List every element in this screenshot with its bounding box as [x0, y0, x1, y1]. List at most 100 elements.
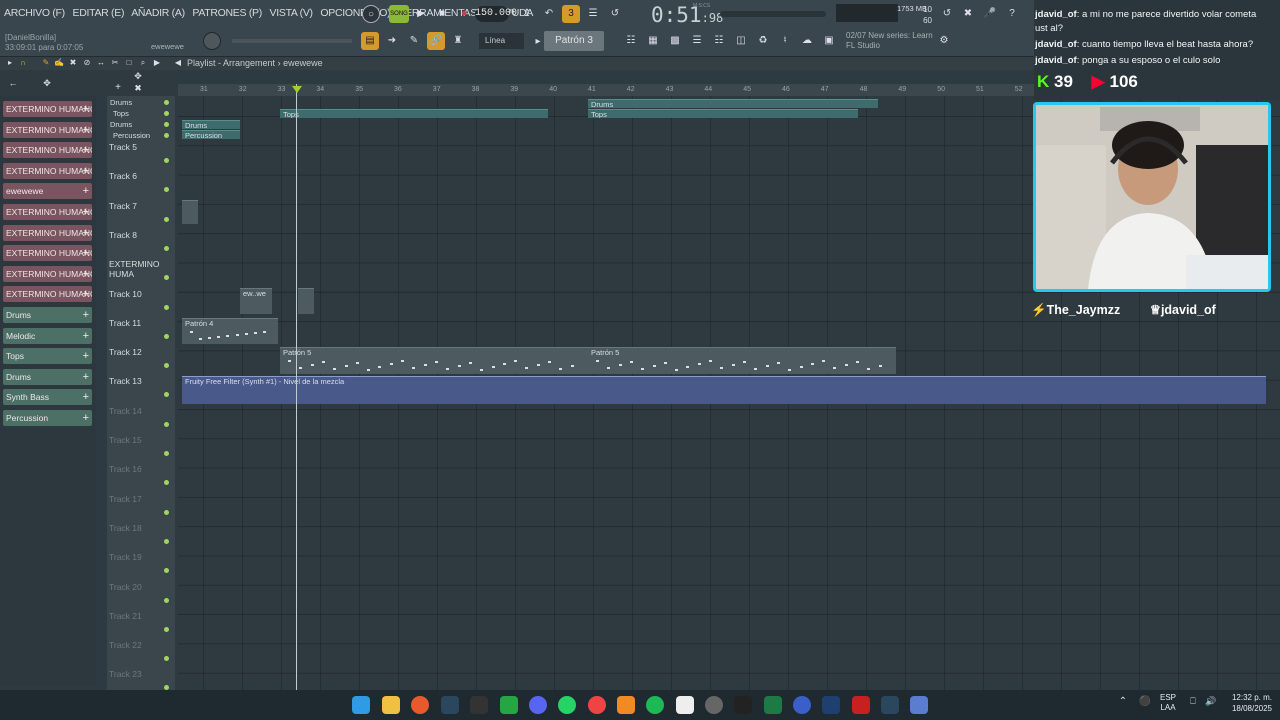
- track-label[interactable]: Track 7: [109, 201, 137, 211]
- browser-item[interactable]: EXTERMINO HUMANO...+: [3, 245, 92, 262]
- zoom-icon[interactable]: ⌕: [137, 57, 149, 69]
- playhead[interactable]: [296, 84, 297, 690]
- track-label[interactable]: Track 23: [109, 669, 142, 679]
- playlist-menu-icon[interactable]: ▸: [4, 57, 16, 69]
- plus-icon[interactable]: +: [83, 142, 89, 158]
- metronome-icon[interactable]: ↥: [518, 5, 536, 23]
- browser-item[interactable]: Synth Bass +: [3, 389, 92, 406]
- plus-icon[interactable]: +: [83, 245, 89, 261]
- steam-icon-2[interactable]: [881, 696, 899, 714]
- github-icon[interactable]: [705, 696, 723, 714]
- magnet-icon[interactable]: ∩: [17, 57, 29, 69]
- playhead-marker[interactable]: [292, 86, 302, 93]
- clip-ewewe[interactable]: ew..we: [240, 288, 272, 314]
- clip-ewewe-2[interactable]: [298, 288, 314, 314]
- close-tracks-icon[interactable]: ✖: [132, 82, 144, 94]
- fl-studio-icon[interactable]: [617, 696, 635, 714]
- browser-app-icon[interactable]: [411, 696, 429, 714]
- photoshop-icon[interactable]: [822, 696, 840, 714]
- file-explorer-icon[interactable]: [382, 696, 400, 714]
- track-mute-led[interactable]: [164, 187, 169, 193]
- plus-icon[interactable]: +: [83, 122, 89, 138]
- browser-item[interactable]: ewewewe +: [3, 183, 92, 200]
- clip-patron5-b[interactable]: Patrón 5: [588, 347, 896, 374]
- mixer-icon-2[interactable]: ☰: [688, 32, 706, 50]
- plus-icon[interactable]: +: [83, 389, 89, 405]
- plus-icon[interactable]: +: [83, 369, 89, 385]
- browser-item[interactable]: Tops +: [3, 348, 92, 365]
- track-label[interactable]: Track 17: [109, 494, 142, 504]
- tray-chevron-icon[interactable]: ⌃: [1114, 696, 1132, 714]
- system-clock[interactable]: 12:32 p. m. 18/08/2025: [1222, 692, 1272, 714]
- track-label[interactable]: Track 8: [109, 230, 137, 240]
- browser-item[interactable]: Drums +: [3, 307, 92, 323]
- discord-icon[interactable]: [529, 696, 547, 714]
- clip-tops-b[interactable]: Tops: [588, 109, 858, 118]
- xbox-icon[interactable]: [500, 696, 518, 714]
- track-mute-led[interactable]: [164, 451, 169, 456]
- browser-item[interactable]: EXTERMINO HUMANO...+: [3, 265, 92, 282]
- plus-icon[interactable]: +: [83, 410, 89, 426]
- browser-item[interactable]: Percussion +: [3, 410, 92, 426]
- automation-clip[interactable]: Fruity Free Filter (Synth #1) - Nivel de…: [182, 376, 1266, 404]
- plus-icon[interactable]: +: [83, 225, 89, 241]
- track-mute-led[interactable]: [164, 538, 169, 544]
- track-label[interactable]: Track 13: [109, 376, 142, 386]
- play-icon[interactable]: ▶: [412, 5, 430, 23]
- news-panel[interactable]: 02/07 New series: Learn FL Studio: [846, 31, 933, 51]
- countdown-icon[interactable]: 3: [562, 5, 580, 23]
- clip-tops-a[interactable]: Tops: [280, 109, 548, 118]
- track-mute-led[interactable]: [164, 333, 169, 339]
- arrange-arrow-icon[interactable]: ◀: [172, 57, 184, 69]
- browser-item[interactable]: EXTERMINO HUMANO...+: [3, 286, 92, 303]
- browser-icon[interactable]: ◫: [732, 32, 750, 50]
- pattern-selector[interactable]: Patrón 3: [544, 31, 604, 51]
- track-mute-led[interactable]: [164, 122, 169, 127]
- stop-icon[interactable]: ■: [433, 5, 451, 23]
- loop-record-icon[interactable]: ↺: [606, 5, 624, 23]
- track-label[interactable]: Track 22: [109, 640, 142, 650]
- tempo-display[interactable]: 150.000: [475, 6, 517, 22]
- add-track-icon[interactable]: +: [112, 82, 124, 94]
- pencil-tool-icon[interactable]: ✎: [405, 32, 423, 50]
- channel-rack-icon[interactable]: ▦: [644, 32, 662, 50]
- track-mute-led[interactable]: [164, 133, 169, 138]
- track-label[interactable]: Track 19: [109, 552, 142, 562]
- spotify-icon[interactable]: [646, 696, 664, 714]
- track-label[interactable]: Percussion: [113, 131, 150, 140]
- step-edit-icon[interactable]: ☰: [584, 5, 602, 23]
- whatsapp-icon[interactable]: [558, 696, 576, 714]
- plus-icon[interactable]: +: [83, 307, 89, 323]
- record-audio-icon[interactable]: ☁: [798, 32, 816, 50]
- plus-icon[interactable]: +: [83, 183, 89, 199]
- network-icon[interactable]: ⎕: [1184, 696, 1202, 714]
- track-mute-led[interactable]: [164, 304, 169, 310]
- browser-item[interactable]: Melodic +: [3, 327, 92, 344]
- track-label[interactable]: Track 11: [109, 318, 141, 328]
- snap-select[interactable]: Línea: [479, 33, 524, 49]
- zoom-h-icon[interactable]: ✥: [132, 70, 144, 82]
- track-mute-led[interactable]: [164, 363, 169, 369]
- pattern-song-toggle[interactable]: ○: [362, 5, 380, 23]
- filezilla-icon[interactable]: [852, 696, 870, 714]
- track-label[interactable]: Track 6: [109, 171, 137, 181]
- track-label[interactable]: Track 10: [109, 289, 142, 299]
- track-mute-led[interactable]: [164, 275, 169, 281]
- plus-icon[interactable]: +: [83, 286, 89, 302]
- master-volume-slider[interactable]: [720, 11, 826, 17]
- track-mute-led[interactable]: [164, 509, 169, 515]
- clip-drums-small[interactable]: Drums: [182, 120, 240, 129]
- track-label[interactable]: Track 15: [109, 435, 142, 445]
- vpn-icon[interactable]: [793, 696, 811, 714]
- chrome-icon[interactable]: [588, 696, 606, 714]
- app-icon[interactable]: [676, 696, 694, 714]
- tools-icon[interactable]: ✖: [959, 5, 977, 23]
- track-mute-led[interactable]: [164, 100, 169, 105]
- track-mute-led[interactable]: [164, 480, 169, 486]
- track-label[interactable]: Track 5: [109, 142, 137, 152]
- playback-icon[interactable]: ▶: [151, 57, 163, 69]
- browser-item[interactable]: EXTERMINO HUMANO...+: [3, 142, 92, 159]
- steam-icon[interactable]: [441, 696, 459, 714]
- browser-collapse-icon[interactable]: ←: [6, 76, 20, 90]
- menu-add[interactable]: AÑADIR (A): [131, 7, 185, 19]
